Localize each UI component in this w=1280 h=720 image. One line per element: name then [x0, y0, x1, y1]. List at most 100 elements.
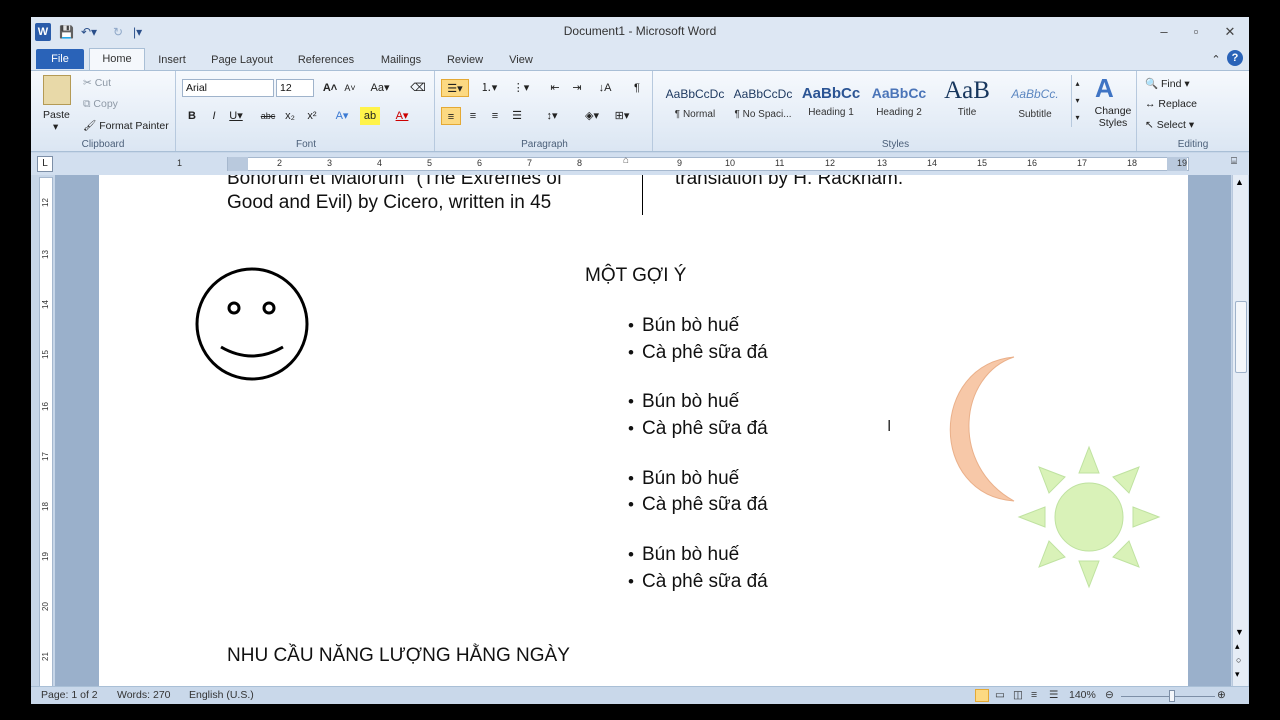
doc-text-col1-line1: Bonorum et Malorum" (The Extremes of: [227, 175, 563, 189]
sort-icon[interactable]: ↓A: [595, 79, 615, 97]
format-painter-button[interactable]: 🖌 Format Painter: [83, 119, 169, 132]
style-no-spacing[interactable]: AaBbCcDc ¶ No Spaci...: [729, 75, 797, 127]
full-screen-reading-icon[interactable]: ▭: [995, 689, 1005, 701]
doc-text-col1-line2: Good and Evil) by Cicero, written in 45: [227, 192, 552, 213]
borders-icon[interactable]: ⊞▾: [609, 107, 635, 125]
draft-icon[interactable]: ☰: [1049, 689, 1058, 701]
close-button[interactable]: ✕: [1217, 23, 1243, 41]
align-center-icon[interactable]: ≡: [463, 107, 483, 125]
page-count[interactable]: Page: 1 of 2: [41, 689, 98, 701]
style-heading-1[interactable]: AaBbCc Heading 1: [797, 75, 865, 127]
increase-indent-icon[interactable]: ⇥: [567, 79, 587, 97]
font-color-icon[interactable]: A▾: [392, 107, 412, 125]
scroll-thumb[interactable]: [1235, 301, 1247, 373]
numbering-icon[interactable]: ⒈▾: [475, 79, 503, 97]
cut-button[interactable]: ✂ Cut: [83, 77, 111, 89]
indent-marker-icon[interactable]: ⌂: [623, 155, 629, 166]
change-case-icon[interactable]: Aa▾: [370, 79, 390, 97]
ribbon: Paste ▾ ✂ Cut ⧉ Copy 🖌 Format Painter Cl…: [31, 70, 1249, 152]
decrease-indent-icon[interactable]: ⇤: [545, 79, 565, 97]
list-item: Bún bò huế: [628, 543, 739, 567]
copy-button[interactable]: ⧉ Copy: [83, 98, 118, 111]
outline-icon[interactable]: ≡: [1031, 689, 1037, 701]
paste-dropdown-icon[interactable]: ▾: [53, 121, 58, 133]
minimize-button[interactable]: –: [1151, 23, 1177, 41]
shading-icon[interactable]: ◈▾: [579, 107, 605, 125]
next-page-icon[interactable]: ▾: [1235, 669, 1240, 680]
style-title[interactable]: AaB Title: [933, 75, 1001, 127]
help-icon[interactable]: ?: [1227, 50, 1243, 66]
superscript-icon[interactable]: x²: [302, 107, 322, 125]
select-button[interactable]: ↖ Select ▾: [1145, 119, 1194, 131]
vertical-ruler[interactable]: 12 13 14 15 16 17 18 19 20 21: [39, 177, 53, 687]
document-area[interactable]: Bonorum et Malorum" (The Extremes of Goo…: [55, 175, 1231, 686]
text-effects-icon[interactable]: A▾: [332, 107, 352, 125]
highlight-icon[interactable]: ab: [360, 107, 380, 125]
style-subtitle[interactable]: AaBbCc. Subtitle: [1001, 75, 1069, 127]
tab-references[interactable]: References: [291, 50, 361, 70]
ruler-number: 16: [40, 402, 50, 411]
horizontal-ruler[interactable]: L 1 2 3 4 5 6 7 8 9 10 11 12 13 14 15 16…: [31, 153, 1249, 175]
moon-shape[interactable]: [939, 355, 1019, 505]
italic-icon[interactable]: I: [204, 107, 224, 125]
zoom-level[interactable]: 140%: [1069, 689, 1096, 701]
zoom-slider-thumb[interactable]: [1169, 690, 1175, 702]
clear-format-icon[interactable]: ⌫: [408, 79, 428, 97]
web-layout-icon[interactable]: ◫: [1013, 689, 1023, 701]
replace-button[interactable]: ↔ Replace: [1145, 98, 1197, 110]
ruler-number: 8: [577, 158, 583, 168]
align-right-icon[interactable]: ≡: [485, 107, 505, 125]
sun-shape[interactable]: [1017, 445, 1161, 589]
zoom-in-icon[interactable]: ⊕: [1217, 689, 1226, 701]
paste-button[interactable]: Paste: [43, 109, 70, 121]
maximize-button[interactable]: ▫: [1183, 23, 1209, 41]
style-heading-2[interactable]: AaBbCc Heading 2: [865, 75, 933, 127]
underline-icon[interactable]: U▾: [226, 107, 246, 125]
language[interactable]: English (U.S.): [189, 689, 254, 701]
justify-icon[interactable]: ☰: [507, 107, 527, 125]
vertical-scrollbar[interactable]: ▲ ▼ ▴ ○ ▾: [1232, 175, 1248, 686]
line-spacing-icon[interactable]: ↕▾: [539, 107, 565, 125]
tab-page-layout[interactable]: Page Layout: [206, 50, 278, 70]
subscript-icon[interactable]: x₂: [280, 107, 300, 125]
style-normal[interactable]: AaBbCcDc ¶ Normal: [661, 75, 729, 127]
zoom-slider[interactable]: [1121, 696, 1215, 697]
tab-insert[interactable]: Insert: [149, 50, 195, 70]
ruler-number: 4: [377, 158, 383, 168]
browse-object-icon[interactable]: ○: [1236, 655, 1241, 665]
tab-selector-icon[interactable]: L: [37, 156, 53, 172]
word-count[interactable]: Words: 270: [117, 689, 171, 701]
tab-review[interactable]: Review: [441, 50, 489, 70]
find-button[interactable]: 🔍 Find ▾: [1145, 77, 1190, 90]
change-styles-button[interactable]: Change Styles: [1091, 105, 1135, 129]
print-layout-icon[interactable]: [975, 689, 989, 702]
view-ruler-icon[interactable]: ⌸: [1231, 156, 1237, 167]
tab-mailings[interactable]: Mailings: [373, 50, 429, 70]
align-left-icon[interactable]: ≡: [441, 107, 461, 125]
tab-home[interactable]: Home: [89, 48, 145, 70]
strikethrough-icon[interactable]: abc: [258, 107, 278, 125]
scroll-down-icon[interactable]: ▼: [1235, 627, 1244, 637]
styles-scroll-icon[interactable]: ▴ ▾ ▾: [1071, 75, 1083, 127]
previous-page-icon[interactable]: ▴: [1235, 641, 1240, 652]
styles-label: Styles: [881, 139, 910, 150]
show-marks-icon[interactable]: ¶: [627, 79, 647, 97]
bullets-icon[interactable]: ☰▾: [441, 79, 469, 97]
tab-file[interactable]: File: [36, 49, 84, 69]
ruler-number: 15: [40, 350, 50, 359]
smiley-face-shape[interactable]: [195, 267, 309, 381]
shrink-font-icon[interactable]: A˅: [340, 79, 360, 97]
minimize-ribbon-icon[interactable]: ⌃: [1209, 50, 1223, 70]
font-size-box[interactable]: 12: [276, 79, 314, 97]
tab-view[interactable]: View: [501, 50, 541, 70]
zoom-out-icon[interactable]: ⊖: [1105, 689, 1114, 701]
grow-font-icon[interactable]: A˄: [320, 79, 340, 97]
ruler-number: 14: [927, 158, 938, 168]
document-page[interactable]: Bonorum et Malorum" (The Extremes of Goo…: [99, 175, 1188, 686]
scroll-up-icon[interactable]: ▲: [1235, 177, 1244, 187]
bold-icon[interactable]: B: [182, 107, 202, 125]
doc-text-col2-line1: translation by H. Rackham.: [675, 175, 904, 189]
word-window: W 💾 ↶▾ ↻ |▾ Document1 - Microsoft Word –…: [31, 17, 1249, 704]
multilevel-list-icon[interactable]: ⋮▾: [507, 79, 535, 97]
font-family-box[interactable]: Arial: [182, 79, 274, 97]
